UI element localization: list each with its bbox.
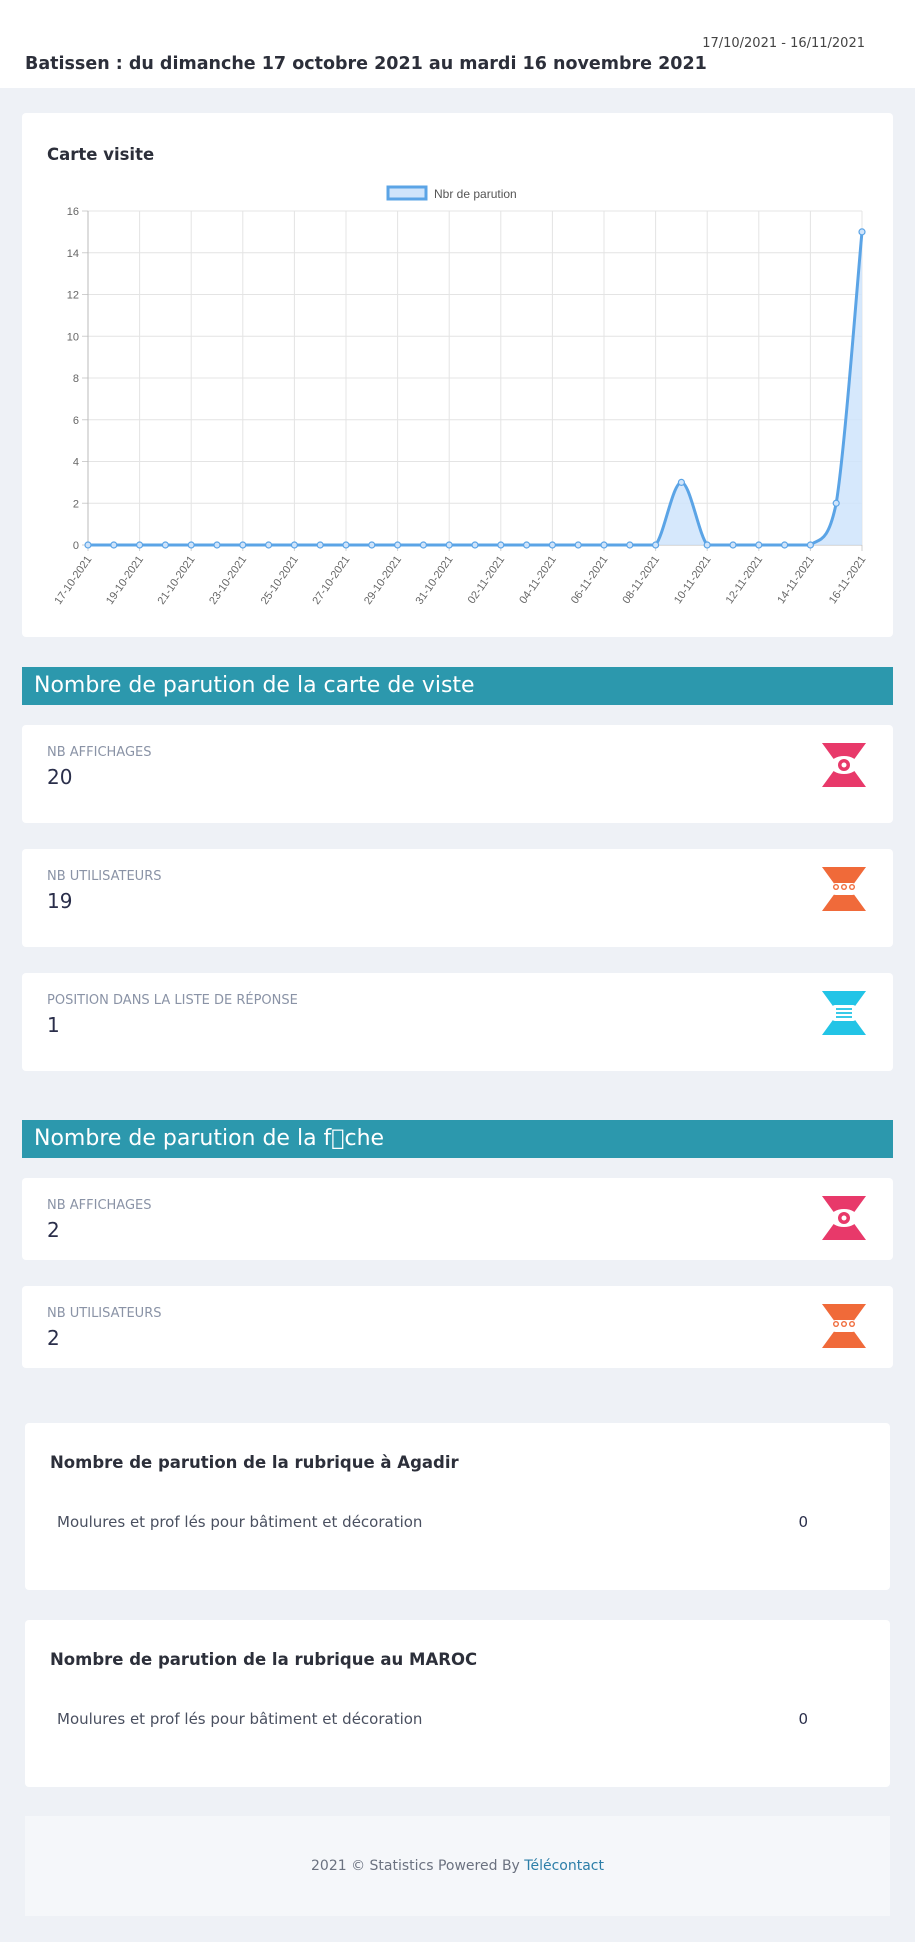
- x-tick-label: 10-11-2021: [672, 554, 714, 606]
- stat-card-fiche-utilisateurs: NB UTILISATEURS 2: [22, 1286, 893, 1368]
- data-point: [729, 541, 737, 549]
- data-point: [574, 541, 582, 549]
- data-point: [84, 541, 92, 549]
- data-point: [548, 541, 557, 549]
- stat-value: 1: [47, 1013, 60, 1037]
- data-point: [523, 541, 531, 549]
- footer-text: 2021 © Statistics Powered By: [311, 1858, 520, 1874]
- stat-label: NB AFFICHAGES: [47, 1198, 152, 1213]
- x-tick-label: 23-10-2021: [207, 554, 249, 607]
- stat-label: NB UTILISATEURS: [47, 869, 162, 884]
- footer-link[interactable]: Télécontact: [524, 1858, 604, 1874]
- data-point: [445, 541, 453, 549]
- page-title: Batissen : du dimanche 17 octobre 2021 a…: [25, 54, 707, 74]
- eye-icon: [822, 1196, 866, 1240]
- top-header: 17/10/2021 - 16/11/2021 Batissen : du di…: [0, 0, 915, 88]
- x-tick-label: 29-10-2021: [362, 554, 404, 607]
- rubrique-title: Nombre de parution de la rubrique au MAR…: [50, 1650, 478, 1669]
- x-tick-label: 02-11-2021: [466, 554, 508, 606]
- line-chart: 0 2 4 6 8 10 12 14 16 17-10-2021 19-10-2021 21-10-2…: [52, 185, 869, 607]
- rubrique-item-label: Moulures et prof lés pour bâtiment et dé…: [57, 1710, 423, 1728]
- data-point: [290, 541, 298, 549]
- y-tick-label: 10: [67, 331, 79, 343]
- x-tick-label: 27-10-2021: [310, 554, 352, 607]
- y-tick-label: 2: [73, 498, 79, 510]
- stat-value: 2: [47, 1326, 60, 1350]
- data-point: [316, 541, 324, 549]
- data-point: [187, 541, 195, 549]
- data-point: [780, 541, 789, 549]
- stat-value: 20: [47, 765, 73, 789]
- stat-value: 19: [47, 889, 73, 913]
- chart-legend: Nbr de parution: [386, 185, 517, 201]
- stat-label: NB UTILISATEURS: [47, 1306, 162, 1321]
- data-point: [394, 541, 402, 549]
- users-icon: [822, 867, 866, 911]
- x-tick-label: 16-11-2021: [827, 554, 869, 606]
- rubrique-item-label: Moulures et prof lés pour bâtiment et dé…: [57, 1513, 423, 1531]
- x-tick-label: 06-11-2021: [569, 554, 611, 606]
- data-point: [755, 541, 763, 549]
- x-tick-label: 19-10-2021: [104, 554, 146, 607]
- y-tick-label: 12: [67, 290, 79, 302]
- data-point: [471, 541, 479, 549]
- x-tick-label: 12-11-2021: [724, 554, 766, 606]
- eye-icon: [822, 743, 866, 787]
- x-tick-label: 21-10-2021: [156, 554, 198, 607]
- rubrique-item-count: 0: [798, 1710, 808, 1728]
- data-point: [858, 228, 866, 236]
- rubrique-agadir-card: Nombre de parution de la rubrique à Agad…: [25, 1423, 890, 1590]
- footer: 2021 © Statistics Powered By Télécontact: [25, 1816, 890, 1916]
- y-tick-label: 8: [73, 373, 79, 385]
- data-point: [419, 541, 427, 549]
- data-point: [239, 541, 247, 549]
- x-tick-label: 25-10-2021: [259, 554, 301, 607]
- y-tick-label: 0: [73, 540, 79, 552]
- section-banner-fiche: Nombre de parution de la f che: [22, 1120, 893, 1158]
- data-point: [135, 541, 144, 549]
- rubrique-maroc-card: Nombre de parution de la rubrique au MAR…: [25, 1620, 890, 1787]
- y-tick-label: 16: [67, 206, 79, 218]
- series-area: [88, 231, 862, 545]
- data-point: [832, 499, 840, 507]
- data-point: [677, 478, 686, 486]
- data-point: [651, 541, 660, 549]
- data-point: [806, 541, 815, 549]
- legend-label: Nbr de parution: [434, 187, 517, 201]
- y-tick-label: 4: [73, 457, 79, 469]
- stat-card-utilisateurs: NB UTILISATEURS 19: [22, 849, 893, 947]
- x-tick-label: 31-10-2021: [414, 554, 456, 607]
- data-point: [342, 541, 350, 549]
- stat-card-affichages: NB AFFICHAGES 20: [22, 725, 893, 823]
- data-point: [497, 541, 505, 549]
- rubrique-title: Nombre de parution de la rubrique à Agad…: [50, 1453, 459, 1472]
- data-point: [703, 541, 711, 549]
- stat-value: 2: [47, 1218, 60, 1242]
- stat-card-position: POSITION DANS LA LISTE DE RÉPONSE 1: [22, 973, 893, 1071]
- section-banner-carte: Nombre de parution de la carte de viste: [22, 667, 893, 705]
- stat-label: POSITION DANS LA LISTE DE RÉPONSE: [47, 993, 298, 1008]
- chart-card: Carte visite 0 2 4 6 8 10 12 14 16 17-10-2021 19-1…: [22, 113, 893, 637]
- x-tick-label: 14-11-2021: [775, 554, 817, 606]
- legend-swatch: [386, 185, 428, 201]
- data-point: [110, 541, 118, 549]
- data-point: [265, 541, 273, 549]
- data-point: [213, 541, 221, 549]
- stat-card-fiche-affichages: NB AFFICHAGES 2: [22, 1178, 893, 1260]
- data-point: [161, 541, 169, 549]
- date-range-picker[interactable]: 17/10/2021 - 16/11/2021: [702, 36, 865, 51]
- series-line: [87, 231, 864, 547]
- x-tick-label: 17-10-2021: [52, 554, 94, 607]
- x-tick-label: 04-11-2021: [517, 554, 559, 606]
- x-tick-label: 08-11-2021: [620, 554, 662, 606]
- y-tick-label: 6: [73, 415, 79, 427]
- stat-label: NB AFFICHAGES: [47, 745, 152, 760]
- data-point: [600, 541, 608, 549]
- data-point: [368, 541, 376, 549]
- list-icon: [822, 991, 866, 1035]
- y-tick-label: 14: [67, 248, 79, 260]
- users-icon: [822, 1304, 866, 1348]
- data-point: [626, 541, 634, 549]
- rubrique-item-count: 0: [798, 1513, 808, 1531]
